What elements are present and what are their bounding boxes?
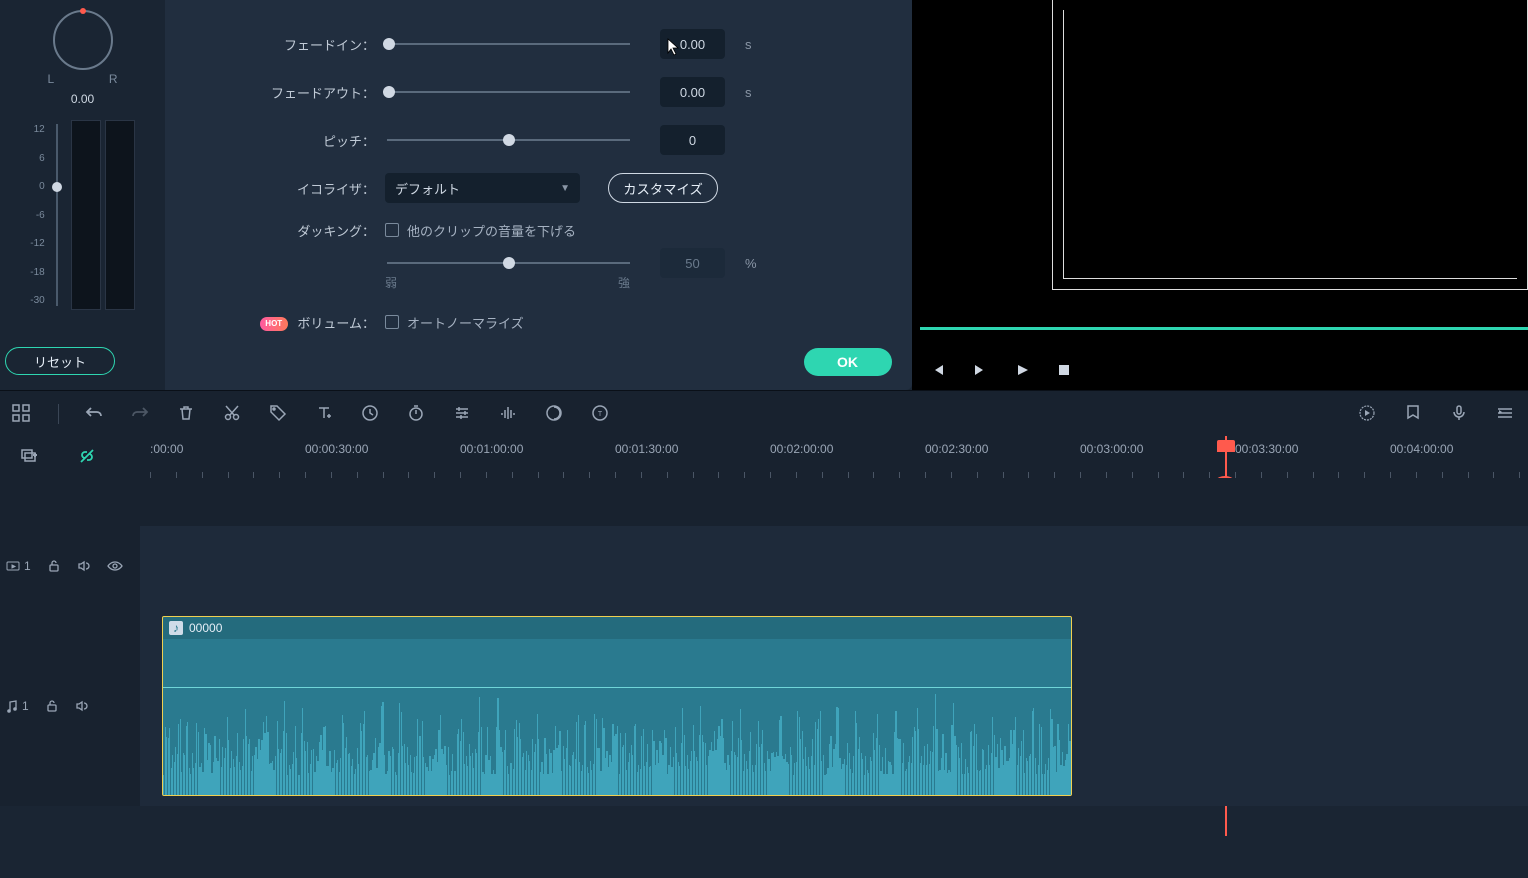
balance-meter-panel: L R 0.00 12 6 0 -6 -12 -18 -30 — [0, 0, 165, 390]
volume-icon[interactable] — [75, 699, 89, 713]
ducking-label: ダッキング： — [265, 221, 385, 240]
balance-value: 0.00 — [71, 92, 94, 106]
duration-icon[interactable]: T — [591, 404, 611, 424]
equalizer-select-value: デフォルト — [395, 179, 460, 198]
ducking-slider[interactable] — [385, 253, 630, 273]
customize-button[interactable]: カスタマイズ — [608, 173, 718, 203]
playhead-handle[interactable] — [1217, 440, 1235, 452]
hot-badge: HOT — [260, 317, 288, 331]
pitch-label: ピッチ： — [265, 131, 385, 150]
delete-icon[interactable] — [177, 404, 197, 424]
render-icon[interactable] — [1358, 404, 1378, 424]
audio-track-icon[interactable]: 1 — [6, 699, 29, 713]
video-track-index: 1 — [24, 559, 31, 573]
equalizer-select[interactable]: デフォルト ▼ — [385, 173, 580, 203]
video-track-head: 1 — [0, 526, 140, 606]
ducking-checkbox[interactable] — [385, 223, 399, 237]
lock-icon[interactable] — [47, 559, 61, 573]
eye-icon[interactable] — [107, 560, 123, 572]
text-icon[interactable] — [315, 404, 335, 424]
timeline-toolbar: T — [0, 390, 1528, 436]
ducking-checkbox-label: 他のクリップの音量を下げる — [407, 221, 576, 240]
step-forward-icon[interactable] — [972, 362, 988, 378]
keyframe-icon[interactable] — [545, 404, 565, 424]
audio-track-head: 1 — [0, 606, 140, 806]
level-slider[interactable] — [51, 120, 63, 310]
redo-icon[interactable] — [131, 404, 151, 424]
balance-left-label: L — [48, 72, 55, 86]
stop-icon[interactable] — [1056, 362, 1072, 378]
ok-button[interactable]: OK — [804, 348, 892, 376]
audio-clip[interactable]: ♪ 00000 — [162, 616, 1072, 796]
step-back-icon[interactable] — [930, 362, 946, 378]
audio-properties-panel: リセット フェードイン： 0.00 s フェードアウト： 0.00 s ピッチ：… — [165, 0, 912, 390]
equalizer-label: イコライザ： — [265, 179, 385, 198]
audio-track-index: 1 — [22, 699, 29, 713]
auto-normalize-checkbox[interactable] — [385, 315, 399, 329]
music-icon: ♪ — [169, 621, 183, 635]
video-track-lane[interactable] — [140, 526, 1528, 606]
fade-out-value[interactable]: 0.00 — [660, 77, 725, 107]
adjust-icon[interactable] — [453, 404, 473, 424]
speed-icon[interactable] — [361, 404, 381, 424]
ducking-weak-label: 弱 — [385, 274, 397, 291]
level-meter-left — [71, 120, 101, 310]
ducking-strong-label: 強 — [618, 274, 630, 291]
pitch-slider[interactable] — [385, 130, 630, 150]
undo-icon[interactable] — [85, 404, 105, 424]
fade-in-label: フェードイン： — [265, 35, 385, 54]
play-icon[interactable] — [1014, 362, 1030, 378]
fade-in-slider[interactable] — [385, 34, 630, 54]
meter-scale: 12 6 0 -6 -12 -18 -30 — [30, 120, 46, 310]
audio-meter-icon[interactable] — [499, 404, 519, 424]
clip-title: 00000 — [189, 621, 222, 635]
auto-normalize-label: オートノーマライズ — [407, 313, 524, 332]
marker-icon[interactable] — [1404, 404, 1424, 424]
cut-icon[interactable] — [223, 404, 243, 424]
volume-label: ボリューム： — [297, 316, 375, 331]
volume-icon[interactable] — [77, 559, 91, 573]
ducking-value[interactable]: 50 — [660, 248, 725, 278]
balance-right-label: R — [109, 72, 118, 86]
mic-icon[interactable] — [1450, 404, 1470, 424]
add-track-icon[interactable] — [20, 447, 40, 467]
pitch-value[interactable]: 0 — [660, 125, 725, 155]
svg-text:T: T — [598, 411, 603, 418]
cursor-icon — [667, 38, 681, 56]
fade-out-label: フェードアウト： — [265, 83, 385, 102]
level-meter-right — [105, 120, 135, 310]
preview-progress[interactable] — [920, 327, 1528, 330]
balance-knob[interactable] — [53, 10, 113, 70]
ducking-unit: % — [745, 256, 757, 271]
fade-in-unit: s — [745, 37, 752, 52]
fade-out-unit: s — [745, 85, 752, 100]
reset-button[interactable]: リセット — [5, 347, 115, 375]
timer-icon[interactable] — [407, 404, 427, 424]
chevron-down-icon: ▼ — [560, 183, 570, 194]
lock-icon[interactable] — [45, 699, 59, 713]
tag-icon[interactable] — [269, 404, 289, 424]
timeline-ruler[interactable]: :00:0000:00:30:0000:01:00:0000:01:30:000… — [140, 436, 1528, 478]
mixer-icon[interactable] — [1496, 404, 1516, 424]
video-track-icon[interactable]: 1 — [6, 559, 31, 573]
audio-track-lane[interactable]: ♪ 00000 — [140, 606, 1528, 806]
grid-icon[interactable] — [12, 404, 32, 424]
fade-out-slider[interactable] — [385, 82, 630, 102]
preview-panel — [912, 0, 1528, 390]
link-icon[interactable] — [78, 447, 98, 467]
